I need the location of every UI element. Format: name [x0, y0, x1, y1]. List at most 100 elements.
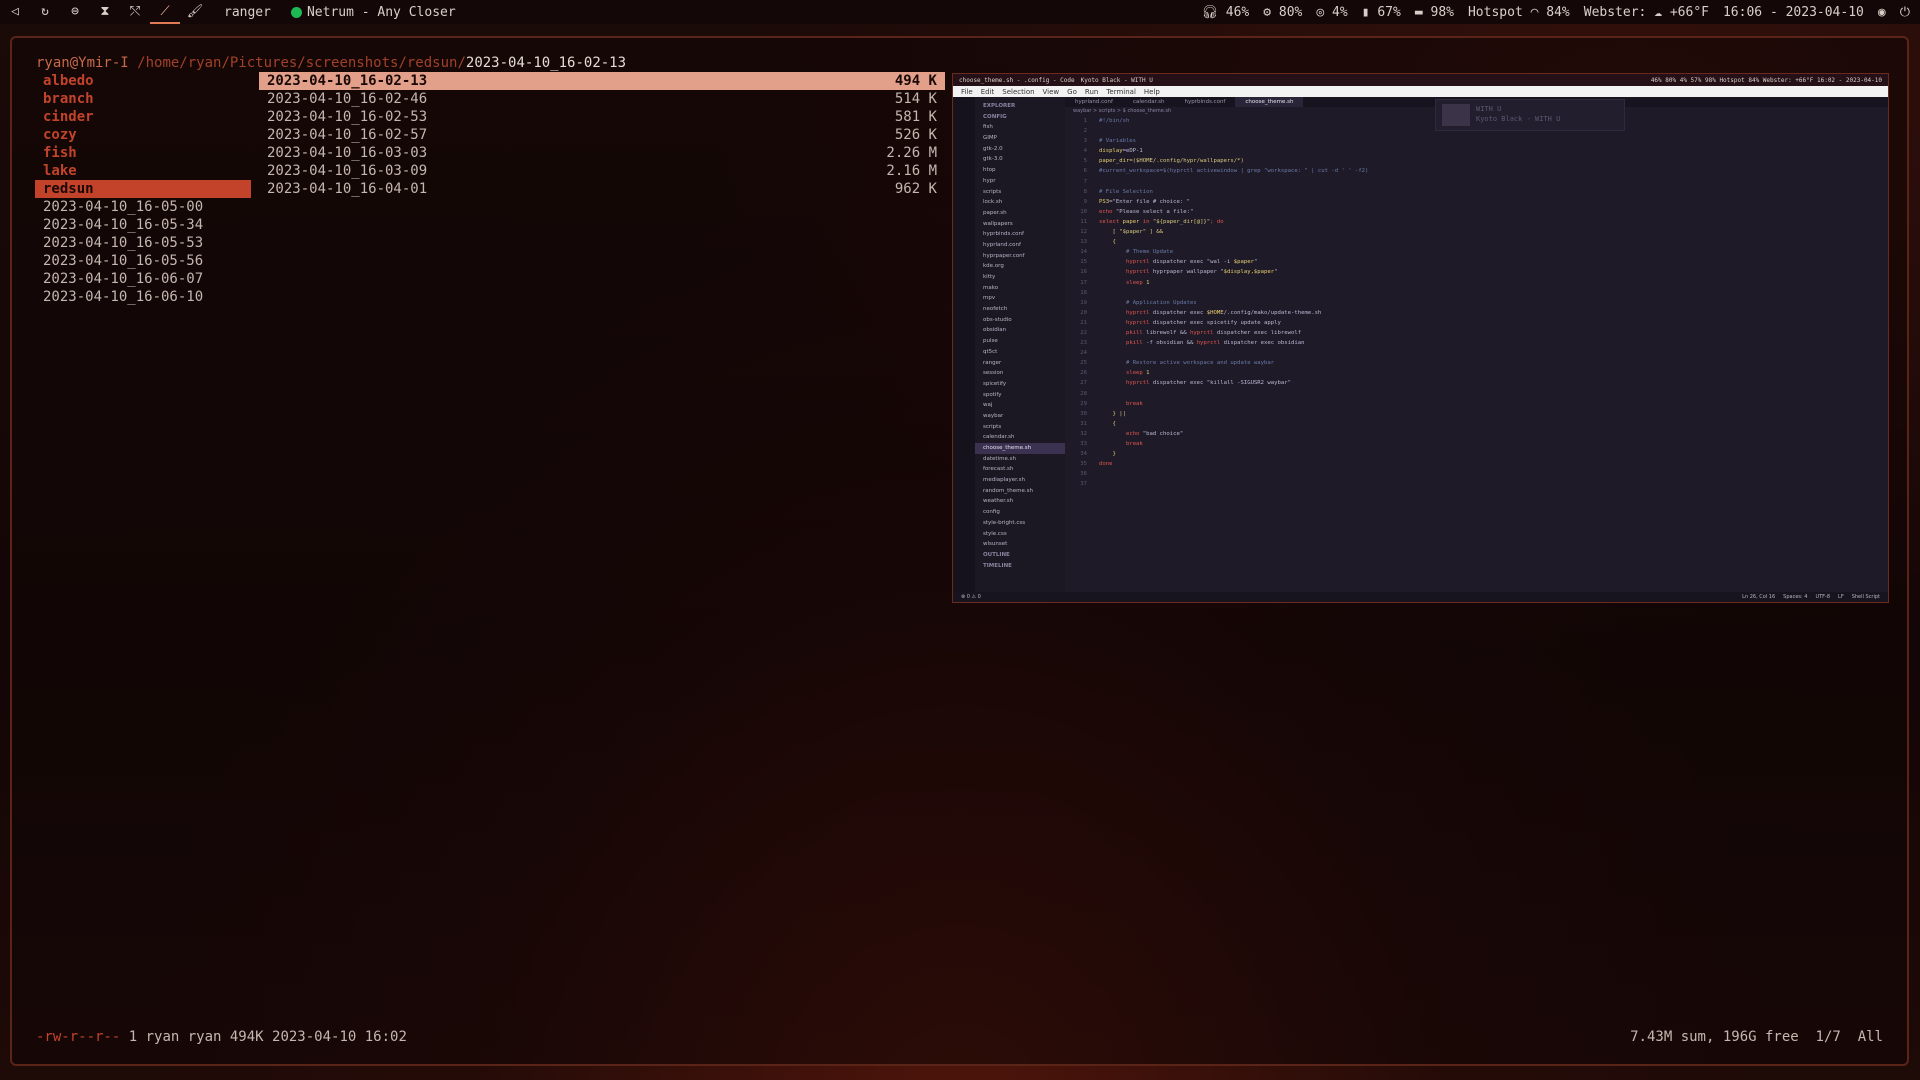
preview-explorer-item: ranger [983, 359, 1002, 366]
file-row[interactable]: 2023-04-10_16-03-03 2.26 M [259, 144, 945, 162]
file-row[interactable]: 2023-04-10_16-04-01 962 K [259, 180, 945, 198]
file-size: 514 K [894, 91, 937, 107]
disk-module[interactable]: ▬ 98% [1415, 5, 1454, 20]
discord-icon[interactable]: ◉ [1878, 5, 1886, 20]
preview-menu-item: Terminal [1106, 87, 1136, 96]
preview-explorer-item: spotify [983, 391, 1002, 398]
workspace-switcher: ◁ ↻ ⊜ ⧗ ⤲ ⟋ 🖌 [0, 0, 210, 24]
preview-activity-bar [953, 97, 975, 592]
terminal-window[interactable]: ryan@Ymir-I /home/ryan/Pictures/screensh… [10, 36, 1909, 1066]
arch-icon[interactable]: ◁ [0, 0, 30, 24]
weather-module[interactable]: Webster: ☁ +66°F [1584, 5, 1709, 20]
preview-explorer-item: session [983, 370, 1004, 377]
temperature-module[interactable]: ◎ 4% [1316, 5, 1347, 20]
cpu-module[interactable]: ⚙ 80% [1263, 5, 1302, 20]
preview-explorer-item: style.css [983, 530, 1007, 537]
headset-icon: 🎧︎ [1201, 4, 1226, 20]
file-size: 962 K [894, 181, 937, 197]
media-title: Netrum - Any Closer [306, 4, 456, 20]
tools-icon[interactable]: ⤲ [120, 0, 150, 24]
file-name: 2023-04-10_16-02-57 [267, 127, 428, 143]
directory-item[interactable]: redsun [35, 180, 251, 198]
preview-explorer-item: kde.org [983, 263, 1004, 270]
file-item[interactable]: 2023-04-10_16-05-34 [35, 216, 251, 234]
directory-item[interactable]: lake [35, 162, 251, 180]
hourglass-icon[interactable]: ⧗ [90, 0, 120, 24]
preview-explorer-item: random_theme.sh [983, 487, 1033, 494]
preview-code: 1 #!/bin/sh 2 3 # Variables 4 display=eDP-1… [1080, 118, 1369, 488]
preview-menu-item: Selection [1002, 87, 1035, 96]
preview-explorer-item: spicetify [983, 380, 1007, 387]
preview-explorer-item: EXPLORER [983, 103, 1016, 109]
file-row[interactable]: 2023-04-10_16-02-13 494 K [259, 72, 945, 90]
power-icon[interactable]: ⏻ [1900, 5, 1910, 20]
directory-item[interactable]: cinder [35, 108, 251, 126]
directory-item[interactable]: branch [35, 90, 251, 108]
parent-directory-column: albedo branch cinder cozy fish lake redsun 2023… [35, 72, 251, 306]
file-row[interactable]: 2023-04-10_16-02-46 514 K [259, 90, 945, 108]
image-preview: choose_theme.sh - .config - Code Kyoto B… [952, 73, 1889, 603]
preview-explorer-item: mpv [983, 295, 996, 302]
headset-module[interactable]: 🎧︎ 46% [1201, 5, 1249, 20]
pen-icon[interactable]: ⟋ [150, 0, 180, 24]
preview-statusbar: ⊗ 0 ⚠ 0 Ln 26, Col 16 Spaces: 4 UTF-8 LF She… [953, 592, 1888, 602]
preview-menubar: File Edit Selection View Go Run Terminal Help [953, 86, 1888, 97]
preview-explorer-item: waybar [983, 412, 1004, 419]
preview-explorer: EXPLORER CONFIG fish GIMP gtk-2.0 gtk-3.0 htop… [975, 97, 1065, 592]
preview-explorer-item: obsidian [983, 327, 1007, 334]
network-module[interactable]: Hotspot ◠ 84% [1468, 5, 1570, 20]
file-item[interactable]: 2023-04-10_16-05-53 [35, 234, 251, 252]
preview-explorer-item: mako [983, 284, 999, 291]
preview-explorer-item: mediaplayer.sh [983, 477, 1026, 484]
directory-item[interactable]: albedo [35, 72, 251, 90]
preview-status-item: Shell Script [1851, 594, 1880, 600]
preview-explorer-item: calendar.sh [983, 434, 1015, 441]
file-size: 2.16 M [886, 163, 937, 179]
preview-editor: hyprland.conf calendar.sh hyprbinds.conf ch… [1065, 97, 1888, 592]
preview-explorer-item: style-bright.css [983, 519, 1026, 526]
preview-tab: hyprbinds.conf [1184, 99, 1226, 105]
file-item[interactable]: 2023-04-10_16-05-56 [35, 252, 251, 270]
brush-icon[interactable]: 🖌 [180, 0, 210, 24]
preview-explorer-item: waj [983, 402, 993, 409]
preview-explorer-item: lock.sh [983, 199, 1003, 206]
preview-explorer-item: forecast.sh [983, 466, 1014, 473]
preview-menu-item: Run [1084, 87, 1099, 96]
preview-menu-item: Go [1067, 87, 1077, 96]
preview-explorer-item: OUTLINE [983, 551, 1010, 558]
preview-explorer-item: weather.sh [983, 498, 1014, 505]
file-item[interactable]: 2023-04-10_16-05-00 [35, 198, 251, 216]
directory-item[interactable]: fish [35, 144, 251, 162]
active-app-label: ranger [224, 4, 271, 20]
preview-menu-item: File [961, 87, 973, 96]
media-player[interactable]: Netrum - Any Closer [290, 4, 456, 20]
file-item[interactable]: 2023-04-10_16-06-10 [35, 288, 251, 306]
file-name: 2023-04-10_16-02-53 [267, 109, 428, 125]
file-status: -rw-r--r-- 1 ryan ryan 494K 2023-04-10 1… [36, 1029, 407, 1045]
file-row[interactable]: 2023-04-10_16-02-57 526 K [259, 126, 945, 144]
preview-explorer-item: kitty [983, 274, 996, 280]
file-size: 581 K [894, 109, 937, 125]
file-item[interactable]: 2023-04-10_16-06-07 [35, 270, 251, 288]
file-size: 2.26 M [886, 145, 937, 161]
status-modules: 🎧︎ 46% ⚙ 80% ◎ 4% ▮ 67% ▬ 98% Hotspot ◠ … [1201, 0, 1920, 24]
preview-menu-item: Help [1143, 87, 1160, 96]
file-name: 2023-04-10_16-04-01 [267, 181, 428, 197]
album-art [1442, 104, 1470, 126]
clock-module[interactable]: 16:06 - 2023-04-10 [1723, 5, 1864, 20]
wifi-icon: ◠ [1530, 4, 1547, 20]
spotify-icon[interactable]: ⊜ [60, 0, 90, 24]
disk-icon: ▬ [1414, 4, 1431, 20]
preview-explorer-item: hyprpaper.conf [983, 252, 1025, 259]
directory-summary: 7.43M sum, 196G free 1/7 All [1630, 1029, 1883, 1045]
preview-topbar: choose_theme.sh - .config - Code Kyoto B… [953, 74, 1888, 86]
battery-module[interactable]: ▮ 67% [1362, 5, 1401, 20]
preview-media-popup: WITH U Kyoto Black - WITH U [1435, 99, 1625, 131]
refresh-icon[interactable]: ↻ [30, 0, 60, 24]
preview-explorer-item: scripts [983, 188, 1002, 195]
file-row[interactable]: 2023-04-10_16-02-53 581 K [259, 108, 945, 126]
file-row[interactable]: 2023-04-10_16-03-09 2.16 M [259, 162, 945, 180]
preview-explorer-item: pulse [983, 338, 998, 345]
preview-explorer-item: datetime.sh [983, 455, 1016, 462]
directory-item[interactable]: cozy [35, 126, 251, 144]
